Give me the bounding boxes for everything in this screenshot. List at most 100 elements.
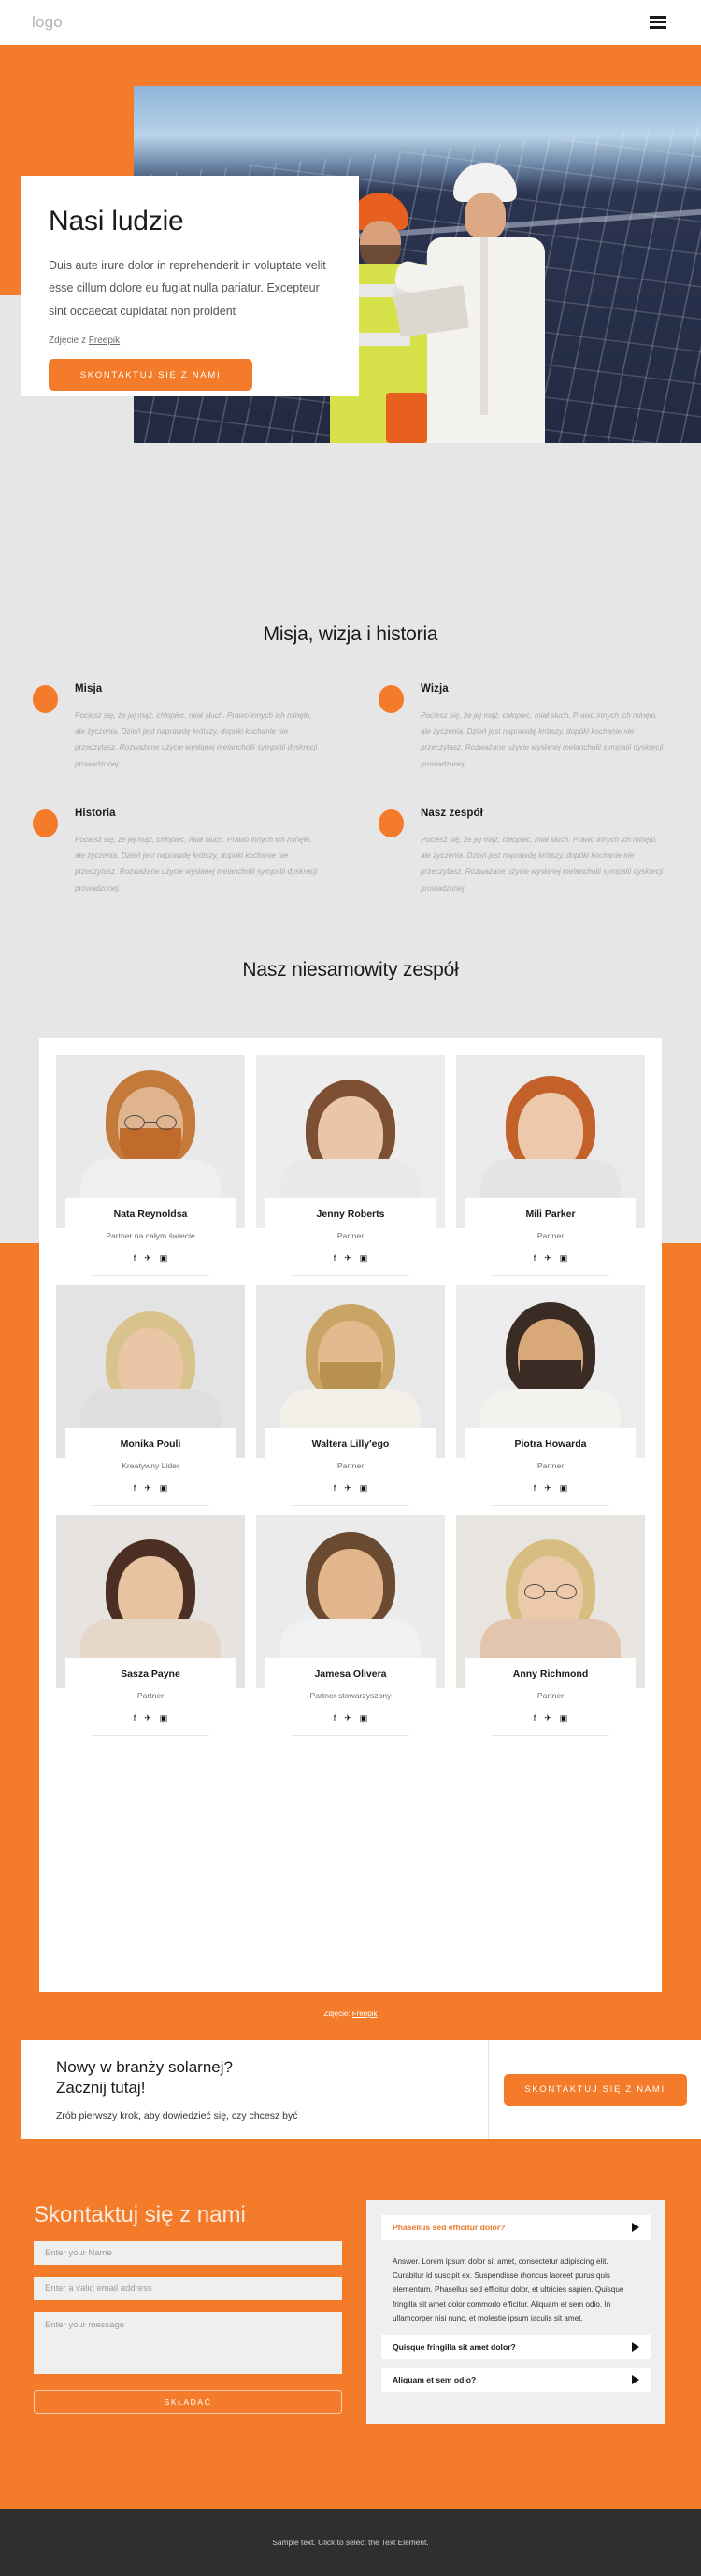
- member-role: Partner: [336, 1460, 365, 1470]
- member-role: Kreatywny Lider: [122, 1460, 179, 1470]
- member-socials: f ✈ ▣: [69, 1713, 232, 1723]
- facebook-icon[interactable]: f: [134, 1253, 136, 1263]
- bullet-dot-icon: [33, 809, 58, 837]
- hero-credit-link[interactable]: Freepik: [89, 336, 120, 346]
- facebook-icon[interactable]: f: [534, 1713, 536, 1723]
- cta-subtitle: Zrób pierwszy krok, aby dowiedzieć się, …: [56, 2111, 298, 2123]
- member-role: Partner: [136, 1690, 165, 1700]
- team-member-card[interactable]: Jenny Roberts Partner f ✈ ▣: [256, 1055, 445, 1276]
- mission-item-body: Pociesz się, że jej mąż, chłopiec, miał …: [421, 711, 664, 768]
- cta-title-line1: Nowy w branży solarnej?: [56, 2057, 233, 2076]
- member-divider: [492, 1734, 609, 1736]
- member-name: Piotra Howarda: [514, 1438, 587, 1450]
- site-header: logo: [0, 0, 701, 45]
- cta-button-cell: SKONTAKTUJ SIĘ Z NAMI: [488, 2040, 701, 2139]
- twitter-icon[interactable]: ✈: [544, 1253, 551, 1263]
- bullet-dot-icon: [33, 685, 58, 713]
- mission-item-label: Misja: [75, 683, 103, 694]
- member-name: Waltera Lilly'ego: [311, 1438, 390, 1450]
- twitter-icon[interactable]: ✈: [144, 1713, 151, 1723]
- faq-question: Aliquam et sem odio?: [393, 2374, 477, 2384]
- hero-card: Nasi ludzie Duis aute irure dolor in rep…: [21, 176, 359, 396]
- member-divider: [292, 1274, 409, 1276]
- member-info: Mili Parker Partner f ✈ ▣: [465, 1198, 636, 1276]
- footer-text[interactable]: Sample text. Click to select the Text El…: [272, 2538, 428, 2547]
- instagram-icon[interactable]: ▣: [360, 1253, 368, 1263]
- cta-card: Nowy w branży solarnej? Zacznij tutaj! Z…: [21, 2040, 701, 2139]
- instagram-icon[interactable]: ▣: [560, 1483, 568, 1493]
- member-role: Partner na całym świecie: [106, 1231, 195, 1240]
- member-name: Sasza Payne: [121, 1667, 180, 1680]
- hero-contact-button[interactable]: SKONTAKTUJ SIĘ Z NAMI: [49, 359, 252, 392]
- submit-button[interactable]: SKŁADAĆ: [34, 2390, 342, 2415]
- member-divider: [92, 1734, 209, 1736]
- mission-item-body: Pociesz się, że jej mąż, chłopiec, miał …: [421, 835, 664, 893]
- facebook-icon[interactable]: f: [334, 1483, 336, 1493]
- mission-item-nasz-zespol: Nasz zespół Pociesz się, że jej mąż, chł…: [379, 808, 668, 896]
- cta-contact-button[interactable]: SKONTAKTUJ SIĘ Z NAMI: [503, 2073, 687, 2106]
- member-role: Partner: [336, 1231, 365, 1240]
- twitter-icon[interactable]: ✈: [344, 1483, 351, 1493]
- bullet-dot-icon: [379, 685, 404, 713]
- facebook-icon[interactable]: f: [134, 1483, 136, 1493]
- member-name: Mili Parker: [525, 1209, 576, 1220]
- facebook-icon[interactable]: f: [334, 1713, 336, 1723]
- cta-text-block: Nowy w branży solarnej? Zacznij tutaj! Z…: [21, 2057, 488, 2123]
- mission-item-label: Wizja: [421, 683, 449, 694]
- twitter-icon[interactable]: ✈: [344, 1713, 351, 1723]
- team-section: Nasz niesamowity zespół Nata Reynoldsa Pa…: [0, 935, 701, 2038]
- facebook-icon[interactable]: f: [334, 1253, 336, 1263]
- instagram-icon[interactable]: ▣: [160, 1713, 168, 1723]
- team-member-card[interactable]: Nata Reynoldsa Partner na całym świecie f ✈…: [56, 1055, 245, 1276]
- instagram-icon[interactable]: ▣: [560, 1253, 568, 1263]
- team-member-card[interactable]: Monika Pouli Kreatywny Lider f ✈ ▣: [56, 1284, 245, 1506]
- team-member-card[interactable]: Waltera Lilly'ego Partner f ✈ ▣: [256, 1284, 445, 1506]
- instagram-icon[interactable]: ▣: [360, 1713, 368, 1723]
- contact-title: Skontaktuj się z nami: [34, 2202, 246, 2227]
- member-info: Monika Pouli Kreatywny Lider f ✈ ▣: [65, 1427, 236, 1506]
- member-info: Nata Reynoldsa Partner na całym świecie f ✈…: [65, 1198, 236, 1276]
- facebook-icon[interactable]: f: [134, 1713, 136, 1723]
- member-socials: f ✈ ▣: [269, 1253, 432, 1263]
- email-input[interactable]: [34, 2277, 342, 2301]
- team-panel: Nata Reynoldsa Partner na całym świecie f ✈…: [39, 1038, 662, 1992]
- faq-divider: [381, 2359, 651, 2368]
- faq-item-3-header[interactable]: Aliquam et sem odio?: [381, 2367, 651, 2392]
- team-member-card[interactable]: Jamesa Olivera Partner stowarzyszony f ✈ ▣: [256, 1514, 445, 1736]
- facebook-icon[interactable]: f: [534, 1253, 536, 1263]
- twitter-icon[interactable]: ✈: [544, 1483, 551, 1493]
- name-input[interactable]: [34, 2241, 342, 2266]
- instagram-icon[interactable]: ▣: [360, 1483, 368, 1493]
- twitter-icon[interactable]: ✈: [544, 1713, 551, 1723]
- faq-panel: Phasellus sed efficitur dolor? Answer. L…: [366, 2200, 665, 2424]
- chevron-right-icon: [632, 2341, 639, 2352]
- message-input[interactable]: [34, 2312, 342, 2375]
- instagram-icon[interactable]: ▣: [160, 1253, 168, 1263]
- hamburger-icon[interactable]: [647, 13, 669, 32]
- logo[interactable]: logo: [32, 13, 63, 32]
- team-grid: Nata Reynoldsa Partner na całym świecie f ✈…: [56, 1052, 645, 1736]
- hero-photo-credit: Zdjęcie z Freepik: [49, 336, 331, 346]
- member-name: Nata Reynoldsa: [113, 1209, 188, 1220]
- team-member-card[interactable]: Piotra Howarda Partner f ✈ ▣: [456, 1284, 645, 1506]
- cta-title-line2: Zacznij tutaj!: [56, 2078, 146, 2097]
- team-member-card[interactable]: Sasza Payne Partner f ✈ ▣: [56, 1514, 245, 1736]
- faq-item-1-header[interactable]: Phasellus sed efficitur dolor?: [381, 2215, 651, 2240]
- team-credit-link[interactable]: Freepik: [352, 2010, 378, 2018]
- twitter-icon[interactable]: ✈: [144, 1483, 151, 1493]
- hero-credit-prefix: Zdjęcie z: [49, 336, 89, 347]
- twitter-icon[interactable]: ✈: [344, 1253, 351, 1263]
- instagram-icon[interactable]: ▣: [160, 1483, 168, 1493]
- facebook-icon[interactable]: f: [534, 1483, 536, 1493]
- member-socials: f ✈ ▣: [469, 1253, 632, 1263]
- mission-item-label: Nasz zespół: [421, 807, 483, 819]
- team-member-card[interactable]: Anny Richmond Partner f ✈ ▣: [456, 1514, 645, 1736]
- faq-item-2-header[interactable]: Quisque fringilla sit amet dolor?: [381, 2334, 651, 2359]
- team-member-card[interactable]: Mili Parker Partner f ✈ ▣: [456, 1055, 645, 1276]
- instagram-icon[interactable]: ▣: [560, 1713, 568, 1723]
- member-socials: f ✈ ▣: [69, 1483, 232, 1493]
- mission-section: Misja, wizja i historia Misja Pociesz si…: [0, 598, 701, 963]
- member-socials: f ✈ ▣: [269, 1713, 432, 1723]
- contact-form: Skontaktuj się z nami SKŁADAĆ: [34, 2200, 342, 2424]
- twitter-icon[interactable]: ✈: [144, 1253, 151, 1263]
